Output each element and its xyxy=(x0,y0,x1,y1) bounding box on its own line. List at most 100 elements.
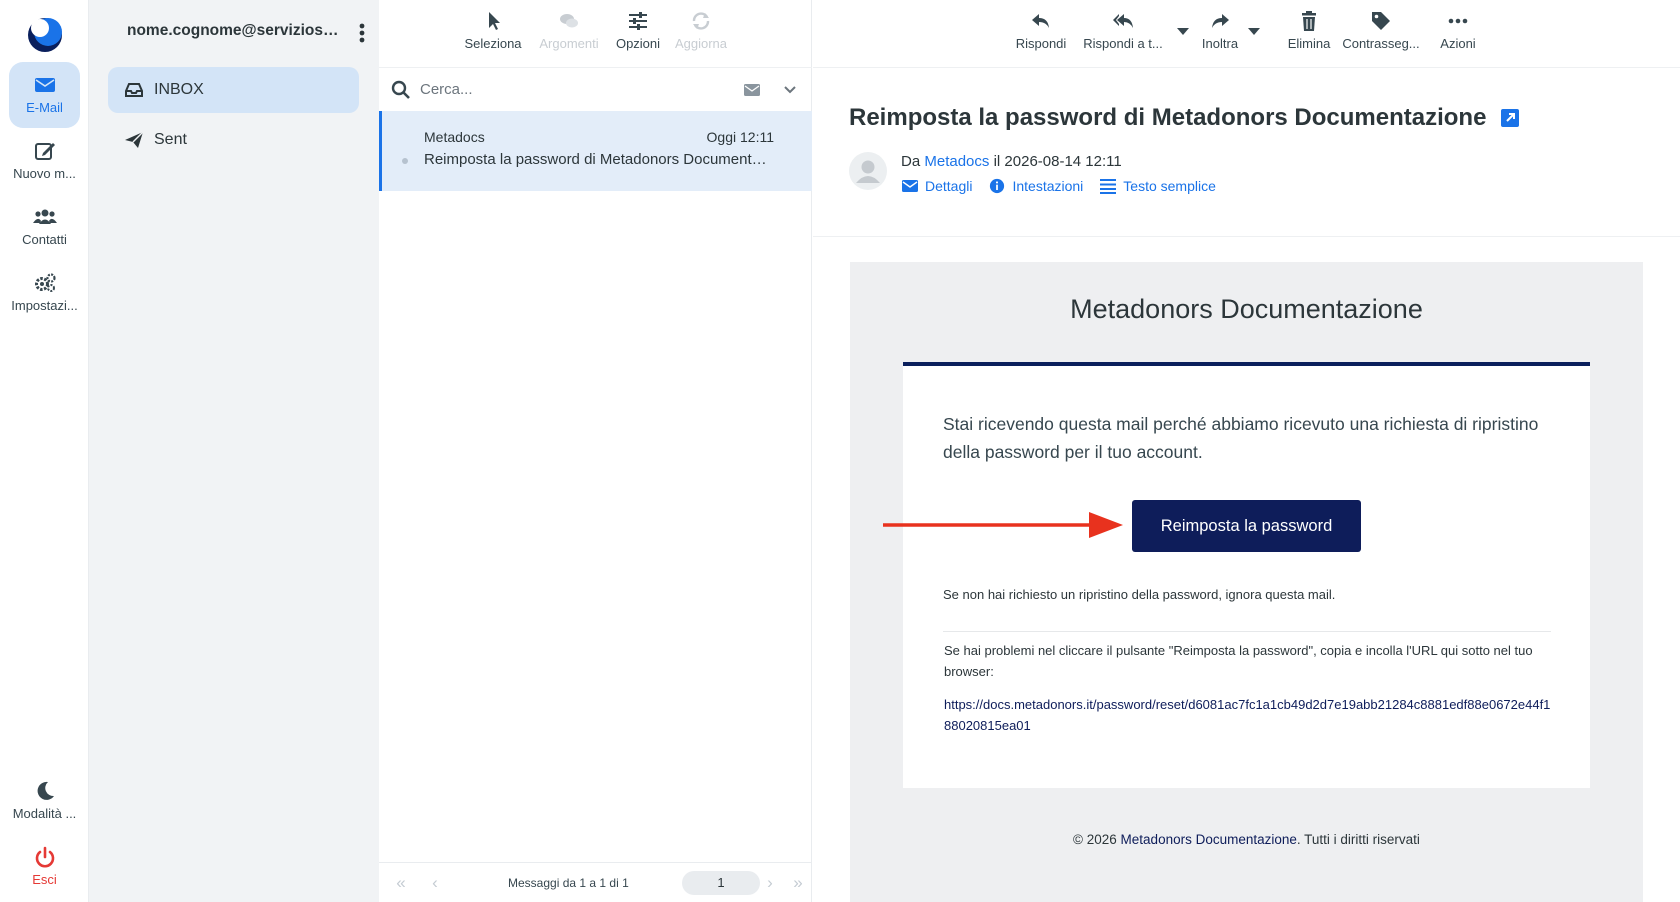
select-button[interactable]: Seleziona xyxy=(453,8,533,51)
refresh-icon xyxy=(692,12,710,30)
details-link[interactable]: Dettagli xyxy=(901,178,972,194)
email-ignore-note: Se non hai richiesto un ripristino della… xyxy=(943,587,1336,602)
prev-page-icon[interactable]: ‹ xyxy=(425,873,445,892)
rail-settings-label: Impostazi... xyxy=(11,298,78,313)
header-divider xyxy=(813,236,1680,237)
open-in-new-window-icon[interactable] xyxy=(1501,109,1520,127)
message-subject-text: Reimposta la password di Metadonors Docu… xyxy=(849,104,1487,131)
current-page[interactable]: 1 xyxy=(682,871,760,895)
pagination: « ‹ Messaggi da 1 a 1 di 1 1 › » xyxy=(379,862,812,902)
power-icon xyxy=(35,846,54,868)
footer-rights: . Tutti i diritti riservati xyxy=(1296,832,1420,847)
annotation-arrow-icon xyxy=(883,512,1123,538)
next-page-icon[interactable]: › xyxy=(760,873,780,892)
folder-inbox-label: INBOX xyxy=(154,81,204,98)
footer-copyright: © 2026 xyxy=(1073,832,1117,847)
reply-all-button[interactable]: Rispondi a t... xyxy=(1078,8,1168,51)
reply-button[interactable]: Rispondi xyxy=(996,8,1086,51)
message-list-pane: Seleziona Argomenti Opzioni Aggiorna Cer… xyxy=(379,0,812,902)
mail-app: E-Mail Nuovo m... Contatti Impostazi... … xyxy=(0,0,1680,902)
message-list-item[interactable]: Metadocs Oggi 12:11 Reimposta la passwor… xyxy=(379,111,812,191)
chevron-down-icon[interactable] xyxy=(783,83,797,97)
from-prefix: Da xyxy=(901,153,921,170)
reset-password-button[interactable]: Reimposta la password xyxy=(1132,500,1361,552)
envelope-icon xyxy=(34,78,55,92)
actions-label: Azioni xyxy=(1440,36,1476,51)
reply-label: Rispondi xyxy=(1015,36,1067,51)
delete-label: Elimina xyxy=(1287,36,1331,51)
actions-button[interactable]: Azioni xyxy=(1413,8,1503,51)
toolbar-divider xyxy=(813,67,1680,68)
inbox-icon xyxy=(125,83,143,97)
unread-dot-icon xyxy=(402,158,408,164)
threads-label: Argomenti xyxy=(539,36,599,51)
last-page-icon[interactable]: » xyxy=(788,873,808,892)
email-trouble-note: Se hai problemi nel cliccare il pulsante… xyxy=(944,643,1533,679)
rail-email-label: E-Mail xyxy=(26,100,63,115)
message-date: Oggi 12:11 xyxy=(706,129,774,145)
search-scope-envelope-icon[interactable] xyxy=(743,82,761,98)
moon-icon xyxy=(37,781,54,800)
details-link-label: Dettagli xyxy=(925,178,973,194)
message-subject-heading: Reimposta la password di Metadonors Docu… xyxy=(849,104,1520,132)
message-subject: Reimposta la password di Metadonors Docu… xyxy=(424,151,772,168)
rail-contacts[interactable]: Contatti xyxy=(9,194,80,260)
rail-compose-label: Nuovo m... xyxy=(13,166,76,181)
threads-button[interactable]: Argomenti xyxy=(529,8,609,51)
envelope-icon xyxy=(902,180,918,192)
message-datetime: il 2026-08-14 12:11 xyxy=(993,153,1122,170)
paper-plane-icon xyxy=(125,131,144,148)
reset-url-link[interactable]: https://docs.metadonors.it/password/rese… xyxy=(944,694,1554,736)
rail-email[interactable]: E-Mail xyxy=(9,62,80,128)
info-icon xyxy=(990,178,1005,194)
search-icon xyxy=(391,80,410,99)
email-card: Stai ricevendo questa mail perché abbiam… xyxy=(883,362,1590,788)
trash-icon xyxy=(1302,11,1316,31)
sender-link[interactable]: Metadocs xyxy=(924,153,989,170)
rail-logout[interactable]: Esci xyxy=(9,834,80,900)
email-body: Metadonors Documentazione Stai ricevendo… xyxy=(850,262,1643,902)
message-view-pane: Rispondi Rispondi a t... Inoltra Elimina… xyxy=(813,0,1680,902)
folder-sent-label: Sent xyxy=(154,131,187,148)
user-icon xyxy=(856,160,880,183)
folder-sent[interactable]: Sent xyxy=(108,117,359,163)
compose-icon xyxy=(34,143,55,160)
lines-icon xyxy=(1100,179,1117,194)
comments-icon xyxy=(560,14,578,28)
search-bar: Cerca... xyxy=(379,67,812,111)
email-title: Metadonors Documentazione xyxy=(1070,294,1423,324)
reply-all-label: Rispondi a t... xyxy=(1083,36,1163,51)
tag-icon xyxy=(1372,12,1390,30)
rail-dark-mode-label: Modalità ... xyxy=(12,806,77,821)
folder-pane: nome.cognome@serviziosost... INBOX Sent xyxy=(89,0,379,902)
first-page-icon[interactable]: « xyxy=(391,873,411,892)
reply-all-icon xyxy=(1113,14,1133,28)
options-label: Opzioni xyxy=(615,36,661,51)
account-menu-icon[interactable] xyxy=(357,22,367,44)
rail-logout-label: Esci xyxy=(32,872,57,887)
pagination-info: Messaggi da 1 a 1 di 1 xyxy=(508,876,629,890)
sliders-icon xyxy=(629,12,647,30)
email-intro: Stai ricevendo questa mail perché abbiam… xyxy=(943,414,1539,462)
account-name: nome.cognome@serviziosost... xyxy=(127,22,347,39)
refresh-button[interactable]: Aggiorna xyxy=(661,8,741,51)
message-meta: Da Metadocs il 2026-08-14 12:11 xyxy=(901,153,1122,170)
email-divider xyxy=(943,631,1551,632)
search-input[interactable]: Cerca... xyxy=(420,81,473,98)
rail-settings[interactable]: Impostazi... xyxy=(9,260,80,326)
footer-brand: Metadonors Documentazione xyxy=(1120,832,1297,847)
flag-label: Contrasseg... xyxy=(1342,36,1420,51)
headers-link[interactable]: Intestazioni xyxy=(988,178,1083,194)
rail-compose[interactable]: Nuovo m... xyxy=(9,128,80,194)
app-rail: E-Mail Nuovo m... Contatti Impostazi... … xyxy=(0,0,89,902)
rail-dark-mode[interactable]: Modalità ... xyxy=(9,768,80,834)
pointer-icon xyxy=(489,12,500,30)
select-label: Seleziona xyxy=(464,36,522,51)
gears-icon xyxy=(34,273,56,292)
forward-caret-icon[interactable] xyxy=(1248,28,1260,36)
folder-inbox[interactable]: INBOX xyxy=(108,67,359,113)
plain-text-link[interactable]: Testo semplice xyxy=(1099,178,1216,194)
refresh-label: Aggiorna xyxy=(674,36,728,51)
message-detail-links: Dettagli Intestazioni Testo semplice xyxy=(901,178,1216,194)
plain-text-link-label: Testo semplice xyxy=(1123,178,1216,194)
